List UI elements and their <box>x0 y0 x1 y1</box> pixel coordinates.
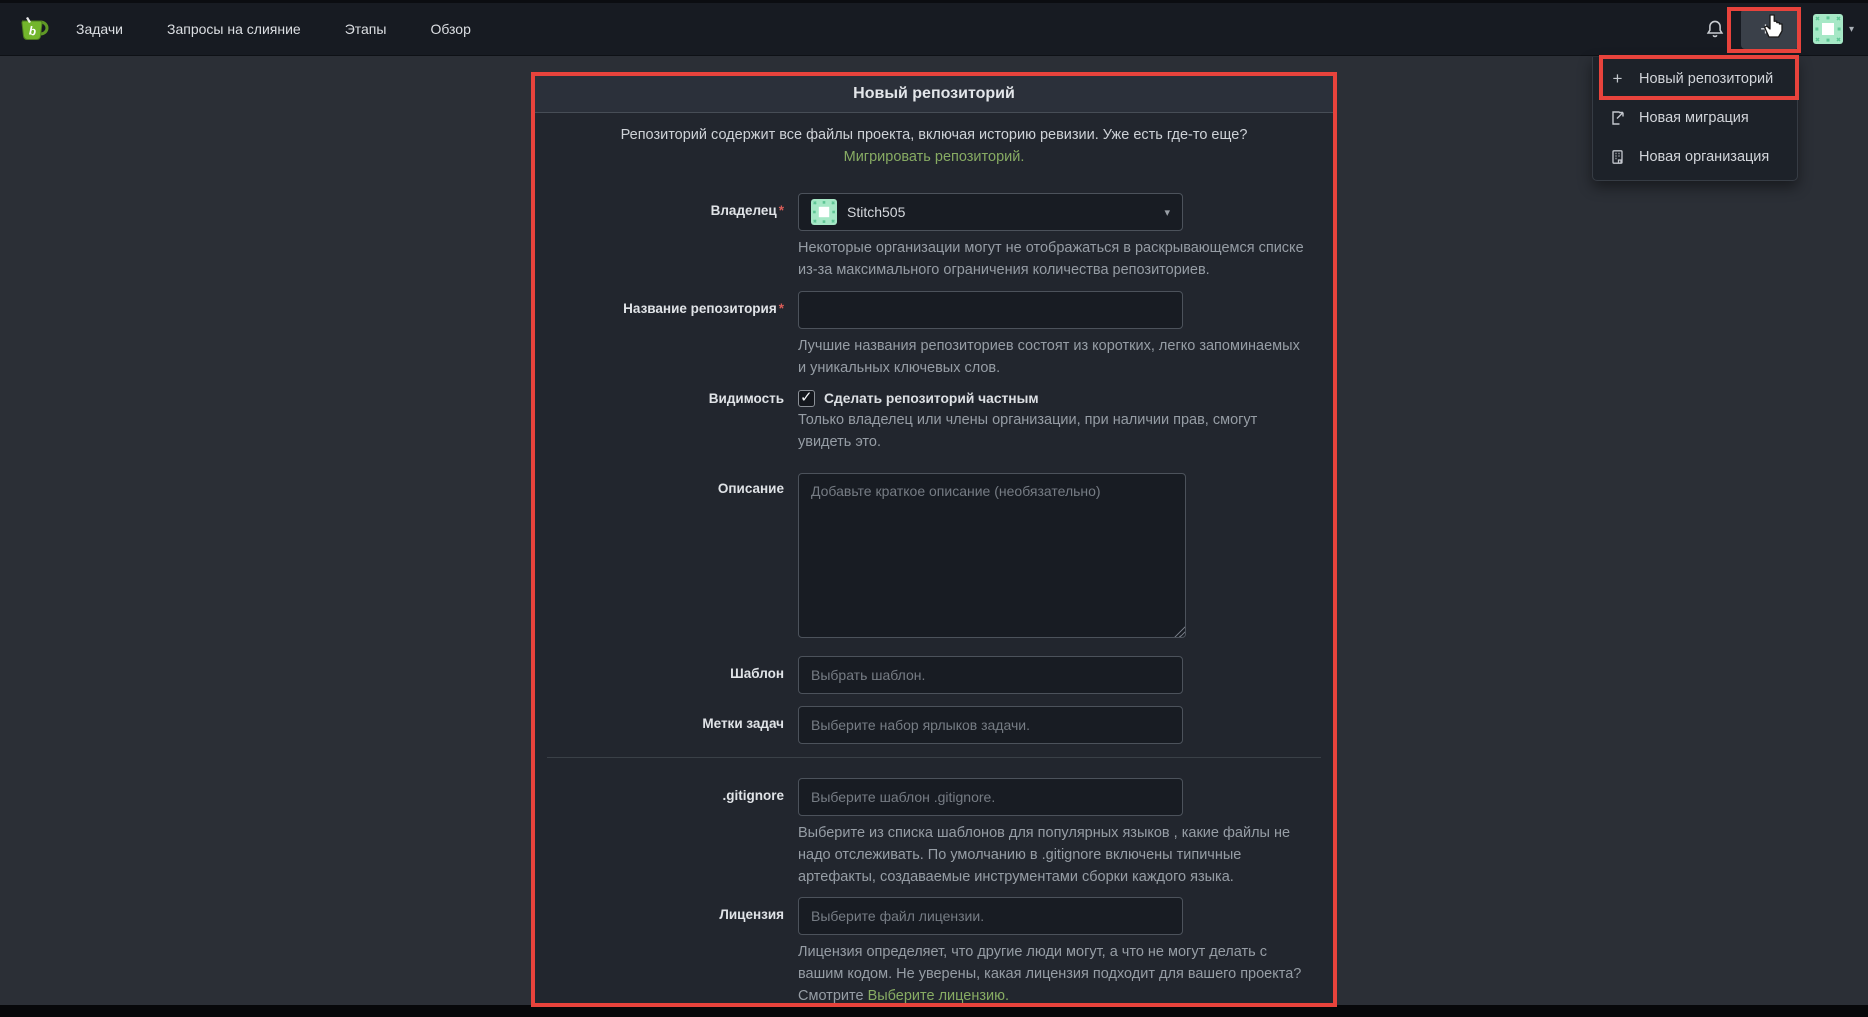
intro-text: Репозиторий содержит все файлы проекта, … <box>621 127 1248 143</box>
owner-value: Stitch505 <box>847 204 905 220</box>
description-row: Описание <box>535 473 1333 642</box>
nav-item-pull-requests[interactable]: Запросы на слияние <box>167 21 301 37</box>
migrate-repository-link[interactable]: Мигрировать репозиторий. <box>844 149 1025 165</box>
repo-name-label: Название репозитория* <box>535 291 798 379</box>
primary-nav: Задачи Запросы на слияние Этапы Обзор <box>76 21 471 37</box>
notifications-bell-icon[interactable] <box>1705 18 1727 40</box>
create-new-dropdown: + Новый репозиторий Новая миграция Новая… <box>1592 57 1798 181</box>
gitea-logo[interactable]: b <box>18 13 50 45</box>
license-row: Лицензия Лицензия определяет, что другие… <box>535 897 1333 1007</box>
page-title: Новый репозиторий <box>853 85 1015 103</box>
required-asterisk: * <box>779 301 784 316</box>
repo-name-input[interactable] <box>798 291 1183 329</box>
template-input[interactable] <box>798 656 1183 694</box>
choose-license-link[interactable]: Выберите лицензию. <box>868 988 1009 1004</box>
gitignore-row: .gitignore Выберите из списка шаблонов д… <box>535 778 1333 888</box>
license-input[interactable] <box>798 897 1183 935</box>
gitea-logo-icon: b <box>18 13 50 45</box>
plus-icon: + <box>1609 69 1626 89</box>
menu-item-new-migration[interactable]: Новая миграция <box>1593 98 1797 137</box>
section-divider <box>547 757 1321 758</box>
nav-item-milestones[interactable]: Этапы <box>345 21 387 37</box>
repo-name-help: Лучшие названия репозиториев состоят из … <box>798 335 1311 379</box>
private-checkbox-row[interactable]: Сделать репозиторий частным <box>798 390 1318 407</box>
form-intro: Репозиторий содержит все файлы проекта, … <box>535 124 1333 168</box>
menu-item-label: Новая организация <box>1639 149 1769 165</box>
textarea-resize-handle[interactable] <box>1173 625 1185 637</box>
template-row: Шаблон <box>535 656 1333 694</box>
nav-item-issues[interactable]: Задачи <box>76 21 123 37</box>
visibility-help: Только владелец или члены организации, п… <box>798 409 1311 453</box>
issue-labels-input[interactable] <box>798 706 1183 744</box>
required-asterisk: * <box>779 203 784 218</box>
checkbox-checked-icon[interactable] <box>798 390 815 407</box>
issue-labels-label: Метки задач <box>535 706 798 744</box>
owner-help: Некоторые организации могут не отображат… <box>798 237 1311 281</box>
user-menu-button[interactable]: ▾ <box>1813 14 1854 44</box>
user-avatar <box>1813 14 1843 44</box>
navbar: b Задачи Запросы на слияние Этапы Обзор … <box>0 0 1868 56</box>
owner-row: Владелец* Stitch505 ▾ Некоторые организа… <box>535 193 1333 281</box>
visibility-row: Видимость Сделать репозиторий частным То… <box>535 390 1333 453</box>
new-repository-form: Новый репозиторий Репозиторий содержит в… <box>531 72 1337 1007</box>
description-textarea[interactable] <box>798 473 1186 638</box>
owner-label: Владелец* <box>535 193 798 281</box>
menu-item-new-organization[interactable]: Новая организация <box>1593 137 1797 176</box>
plus-icon: + <box>1760 19 1771 40</box>
gitignore-input[interactable] <box>798 778 1183 816</box>
nav-item-explore[interactable]: Обзор <box>430 21 470 37</box>
chevron-down-icon: ▾ <box>1164 206 1170 219</box>
organization-icon <box>1609 149 1626 165</box>
gitignore-help: Выберите из списка шаблонов для популярн… <box>798 822 1311 888</box>
create-new-button[interactable]: + ▾ <box>1741 9 1799 49</box>
license-label: Лицензия <box>535 897 798 1007</box>
visibility-label: Видимость <box>535 390 798 453</box>
issue-labels-row: Метки задач <box>535 706 1333 744</box>
template-label: Шаблон <box>535 656 798 694</box>
menu-item-new-repository[interactable]: + Новый репозиторий <box>1593 59 1797 98</box>
license-help: Лицензия определяет, что другие люди мог… <box>798 941 1311 1007</box>
repo-name-row: Название репозитория* Лучшие названия ре… <box>535 291 1333 379</box>
migrate-icon <box>1609 110 1626 126</box>
description-label: Описание <box>535 473 798 642</box>
form-header: Новый репозиторий <box>535 76 1333 113</box>
owner-avatar <box>811 199 837 225</box>
private-checkbox-label: Сделать репозиторий частным <box>824 391 1039 406</box>
gitignore-label: .gitignore <box>535 778 798 888</box>
chevron-down-icon: ▾ <box>1775 24 1780 35</box>
navbar-right: + ▾ ▾ <box>1705 9 1854 49</box>
menu-item-label: Новый репозиторий <box>1639 71 1773 87</box>
owner-select[interactable]: Stitch505 ▾ <box>798 193 1183 231</box>
menu-item-label: Новая миграция <box>1639 110 1749 126</box>
chevron-down-icon: ▾ <box>1849 24 1854 35</box>
